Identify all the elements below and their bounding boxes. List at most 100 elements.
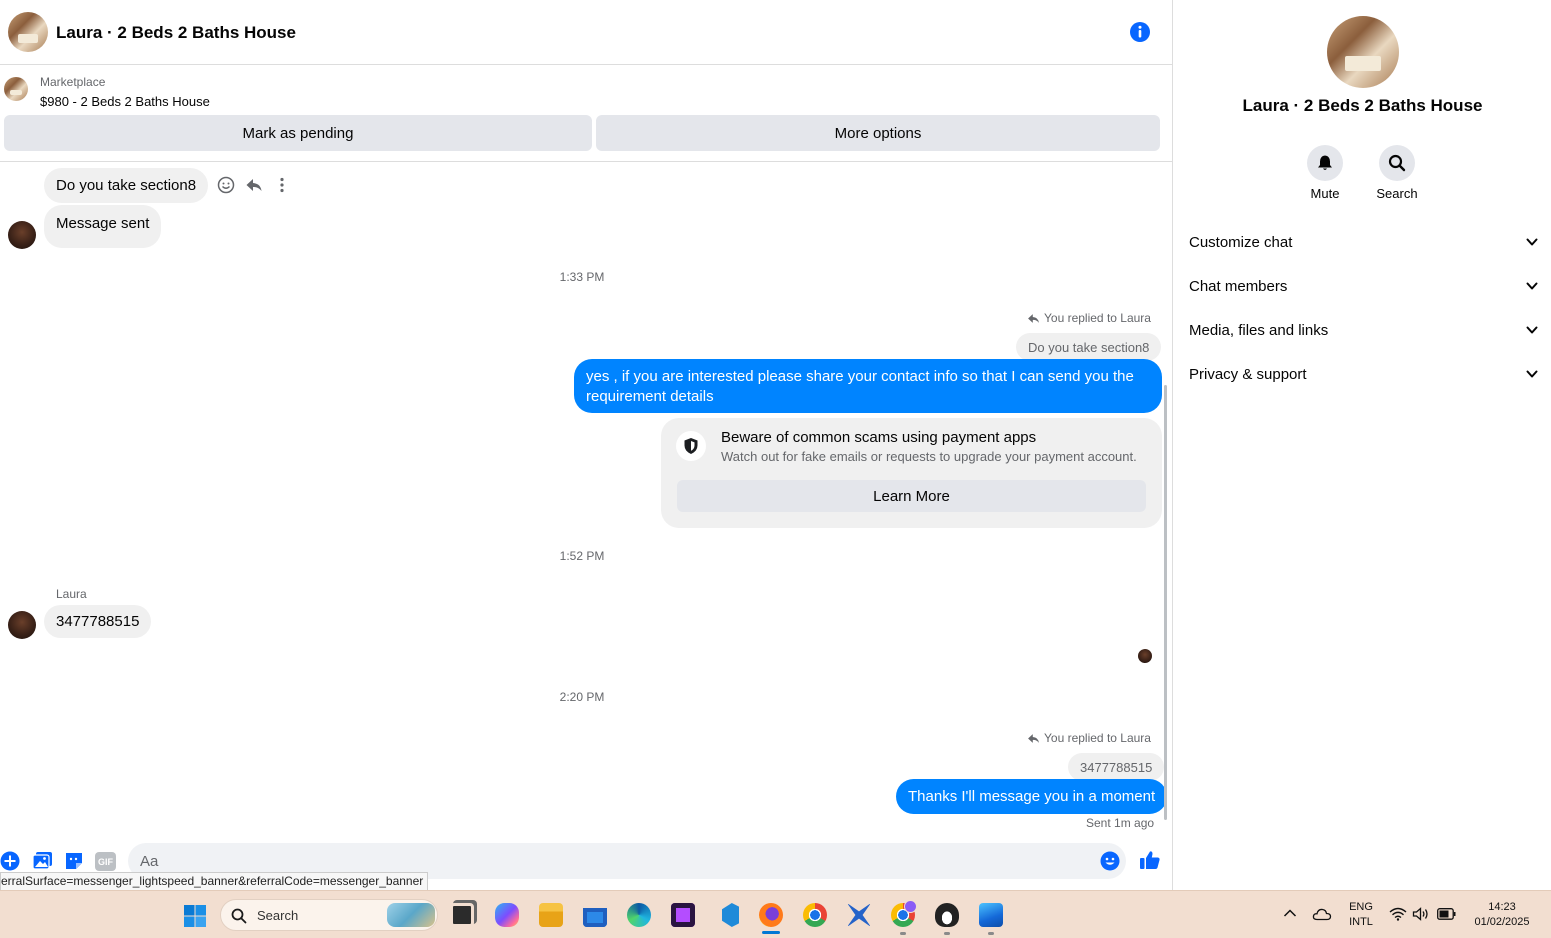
taskbar-search-label: Search — [257, 908, 299, 923]
section-customize-chat[interactable]: Customize chat — [1189, 230, 1539, 254]
profile-badge — [904, 900, 917, 913]
scam-warning-body: Watch out for fake emails or requests to… — [721, 449, 1137, 464]
language-code: ENG — [1349, 901, 1373, 913]
reply-small-icon — [1028, 313, 1039, 323]
sent-status: Sent 1m ago — [1086, 816, 1155, 830]
listing-thumbnail[interactable] — [4, 77, 28, 101]
listing-source: Marketplace — [40, 75, 106, 89]
more-icon[interactable] — [273, 176, 291, 194]
react-icon[interactable] — [217, 176, 235, 194]
sender-avatar[interactable] — [8, 611, 36, 639]
conversation-info-pane: Laura · 2 Beds 2 Baths House Mute Search… — [1172, 0, 1551, 890]
timestamp-separator: 1:52 PM — [559, 549, 605, 563]
section-label: Chat members — [1189, 277, 1288, 295]
info-title: Laura · 2 Beds 2 Baths House — [1242, 96, 1483, 115]
running-indicator — [944, 932, 950, 935]
emoji-icon[interactable] — [1100, 851, 1120, 871]
link-status-url: erralSurface=messenger_lightspeed_banner… — [0, 872, 429, 891]
chat-scrollbar[interactable] — [1164, 385, 1167, 820]
chevron-down-icon — [1526, 282, 1538, 290]
timestamp-separator: 1:33 PM — [559, 270, 605, 284]
search-button[interactable] — [1379, 145, 1415, 181]
reply-label: You replied to Laura — [1044, 311, 1151, 325]
clock-date: 01/02/2025 — [1474, 916, 1530, 928]
chat-avatar[interactable] — [8, 12, 48, 52]
battery-icon[interactable] — [1437, 908, 1456, 920]
info-avatar[interactable] — [1327, 16, 1399, 88]
running-indicator — [900, 932, 906, 935]
search-highlight-image — [387, 903, 435, 927]
photo-icon[interactable] — [32, 851, 53, 871]
scam-warning-card: Beware of common scams using payment app… — [661, 418, 1162, 528]
chat-header: Laura · 2 Beds 2 Baths House — [0, 0, 1172, 65]
chevron-down-icon — [1526, 370, 1538, 378]
listing-banner: Marketplace $980 - 2 Beds 2 Baths House … — [0, 65, 1172, 162]
chat-pane: Laura · 2 Beds 2 Baths House Marketplace… — [0, 0, 1172, 891]
section-privacy-support[interactable]: Privacy & support — [1189, 362, 1539, 386]
sticker-icon[interactable] — [64, 851, 84, 871]
onedrive-icon[interactable] — [1312, 907, 1332, 921]
mark-as-pending-button[interactable]: Mark as pending — [4, 115, 592, 151]
reply-small-icon — [1028, 733, 1039, 743]
plus-icon[interactable] — [0, 851, 20, 871]
gif-label: GIF — [98, 856, 113, 867]
taskbar-search-box[interactable]: Search — [220, 899, 438, 931]
mute-label: Mute — [1310, 186, 1340, 201]
incoming-message[interactable]: Do you take section8 — [44, 168, 209, 203]
reply-icon[interactable] — [245, 176, 263, 194]
active-app-indicator — [762, 931, 780, 934]
shield-icon — [676, 431, 706, 461]
chevron-down-icon — [1526, 326, 1538, 334]
section-chat-members[interactable]: Chat members — [1189, 274, 1539, 298]
outgoing-message[interactable]: yes , if you are interested please share… — [574, 359, 1162, 413]
firefox-icon[interactable] — [759, 903, 783, 927]
mute-button[interactable] — [1307, 145, 1343, 181]
edge-icon[interactable] — [627, 903, 651, 927]
section-media-files-links[interactable]: Media, files and links — [1189, 318, 1539, 342]
seen-receipt-avatar — [1138, 649, 1152, 663]
search-icon — [1388, 154, 1406, 172]
incoming-message[interactable]: 3477788515 — [44, 605, 152, 638]
wifi-icon[interactable] — [1389, 907, 1407, 921]
vscode-icon[interactable] — [715, 903, 739, 927]
reply-indicator: You replied to Laura — [1027, 731, 1151, 745]
like-icon[interactable] — [1139, 849, 1161, 871]
microsoft-store-icon[interactable] — [583, 903, 607, 927]
windows-start-icon[interactable] — [183, 904, 207, 928]
more-options-button[interactable]: More options — [596, 115, 1160, 151]
incoming-message[interactable]: Message sent — [44, 205, 162, 248]
sender-avatar[interactable] — [8, 221, 36, 249]
chat-title[interactable]: Laura · 2 Beds 2 Baths House — [56, 23, 296, 43]
info-icon[interactable] — [1129, 21, 1151, 43]
listing-title[interactable]: $980 - 2 Beds 2 Baths House — [40, 94, 210, 109]
copilot-icon[interactable] — [495, 903, 519, 927]
gif-button[interactable]: GIF — [95, 852, 116, 871]
chrome-icon[interactable] — [803, 903, 827, 927]
task-view-icon[interactable] — [450, 903, 474, 927]
running-indicator — [988, 932, 994, 935]
keyboard-language[interactable]: ENG INTL — [1344, 900, 1378, 930]
clock-time: 14:23 — [1488, 901, 1516, 913]
app-x-icon[interactable] — [847, 903, 871, 927]
section-label: Customize chat — [1189, 233, 1293, 251]
reply-indicator: You replied to Laura — [1027, 311, 1151, 325]
penguin-app-icon[interactable] — [935, 903, 959, 927]
chevron-down-icon — [1526, 238, 1538, 246]
file-explorer-icon[interactable] — [539, 903, 563, 927]
quoted-message[interactable]: Do you take section8 — [1016, 333, 1162, 361]
learn-more-button[interactable]: Learn More — [677, 480, 1146, 512]
volume-icon[interactable] — [1412, 907, 1430, 921]
search-icon — [231, 908, 247, 924]
show-hidden-icons-icon[interactable] — [1283, 908, 1297, 918]
media-app-icon[interactable] — [671, 903, 695, 927]
section-label: Privacy & support — [1189, 365, 1307, 383]
photos-icon[interactable] — [979, 903, 1003, 927]
keyboard-layout: INTL — [1349, 916, 1373, 928]
clock[interactable]: 14:23 01/02/2025 — [1466, 900, 1538, 930]
bell-icon — [1318, 155, 1332, 170]
section-label: Media, files and links — [1189, 321, 1329, 339]
search-label: Search — [1376, 186, 1418, 201]
quoted-message[interactable]: 3477788515 — [1068, 753, 1165, 781]
windows-taskbar: Search ENG INTL 14:23 01/02/2025 — [0, 890, 1551, 938]
outgoing-message[interactable]: Thanks I'll message you in a moment — [896, 779, 1168, 814]
